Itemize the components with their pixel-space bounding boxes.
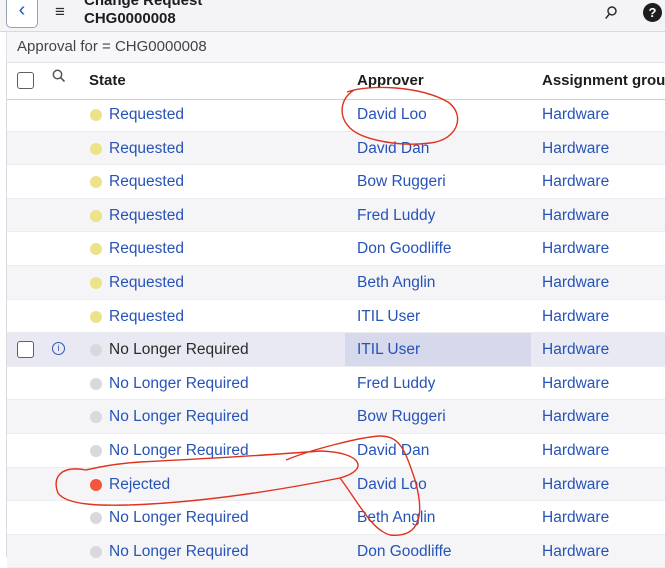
assignment-group-link[interactable]: Hardware <box>542 543 609 561</box>
table-row[interactable]: Requested ITIL User Hardware <box>7 300 665 334</box>
state-cell[interactable]: No Longer Required <box>109 375 249 393</box>
help-icon[interactable]: ? <box>643 3 662 22</box>
state-cell[interactable]: No Longer Required <box>109 442 249 460</box>
table-row[interactable]: Requested Don Goodliffe Hardware <box>7 232 665 266</box>
state-indicator-icon <box>90 512 102 525</box>
table-row[interactable]: Requested Beth Anglin Hardware <box>7 266 665 300</box>
state-cell[interactable]: No Longer Required <box>109 509 249 527</box>
state-indicator-icon <box>90 176 102 189</box>
table-row[interactable]: No Longer Required Fred Luddy Hardware <box>7 367 665 401</box>
approver-link[interactable]: Bow Ruggeri <box>357 173 446 191</box>
table-row[interactable]: Requested David Loo Hardware <box>7 98 665 132</box>
table-header: State Approver Assignment group <box>7 62 665 100</box>
assignment-group-link[interactable]: Hardware <box>542 240 609 258</box>
assignment-group-link[interactable]: Hardware <box>542 442 609 460</box>
assignment-group-link[interactable]: Hardware <box>542 509 609 527</box>
filter-breadcrumb[interactable]: Approval for = CHG0000008 <box>6 32 665 62</box>
state-indicator-icon <box>90 277 102 289</box>
state-cell[interactable]: No Longer Required <box>109 543 249 561</box>
menu-icon[interactable]: ≡ <box>55 2 65 22</box>
approver-link[interactable]: David Dan <box>357 442 429 460</box>
assignment-group-link[interactable]: Hardware <box>542 274 609 292</box>
table-row[interactable]: Rejected David Loo Hardware <box>7 467 665 502</box>
state-cell[interactable]: Requested <box>109 173 184 191</box>
row-checkbox[interactable] <box>17 341 34 359</box>
table-row[interactable]: Requested David Dan Hardware <box>7 131 665 166</box>
table-row[interactable]: No Longer Required David Dan Hardware <box>7 434 665 468</box>
approver-link[interactable]: Fred Luddy <box>357 375 435 393</box>
state-cell[interactable]: Requested <box>109 207 184 225</box>
approver-link[interactable]: David Dan <box>357 140 429 158</box>
table-row[interactable]: No Longer Required Beth Anglin Hardware <box>7 501 665 535</box>
state-cell[interactable]: Requested <box>109 274 184 292</box>
approver-link[interactable]: Fred Luddy <box>357 207 435 225</box>
state-indicator-icon <box>90 344 102 357</box>
table-row[interactable]: i No Longer Required ITIL User Hardware <box>7 333 665 367</box>
approver-link[interactable]: Beth Anglin <box>357 509 435 527</box>
state-cell[interactable]: Requested <box>109 106 184 124</box>
record-type-title: Change Request <box>84 0 203 9</box>
approver-link[interactable]: ITIL User <box>357 341 420 359</box>
assignment-group-link[interactable]: Hardware <box>542 341 609 359</box>
select-all-checkbox[interactable] <box>17 72 34 89</box>
record-number: CHG0000008 <box>84 10 176 27</box>
state-cell[interactable]: No Longer Required <box>109 341 249 359</box>
paperclip-icon[interactable]: ⚲ <box>599 1 622 24</box>
state-indicator-icon <box>90 478 102 491</box>
column-header-state[interactable]: State <box>89 72 126 89</box>
state-indicator-icon <box>90 545 102 558</box>
state-indicator-icon <box>90 243 102 256</box>
approver-link[interactable]: Don Goodliffe <box>357 240 452 258</box>
assignment-group-link[interactable]: Hardware <box>542 173 609 191</box>
approver-link[interactable]: ITIL User <box>357 308 420 326</box>
state-cell[interactable]: No Longer Required <box>109 408 249 426</box>
table-row[interactable]: No Longer Required Bow Ruggeri Hardware <box>7 400 665 434</box>
column-header-assignment-group[interactable]: Assignment group <box>542 72 665 89</box>
state-cell[interactable]: Requested <box>109 308 184 326</box>
state-indicator-icon <box>90 310 102 323</box>
page-title: Change Request CHG0000008 <box>84 0 202 28</box>
approver-link[interactable]: Don Goodliffe <box>357 543 452 561</box>
state-indicator-icon <box>90 411 102 424</box>
state-indicator-icon <box>90 209 102 222</box>
state-cell[interactable]: Requested <box>109 140 184 158</box>
assignment-group-link[interactable]: Hardware <box>542 308 609 326</box>
approver-link[interactable]: David Loo <box>357 106 427 124</box>
search-icon[interactable] <box>52 69 66 86</box>
assignment-group-link[interactable]: Hardware <box>542 106 609 124</box>
info-icon[interactable]: i <box>52 342 65 356</box>
state-indicator-icon <box>90 445 102 457</box>
table-row[interactable]: No Longer Required Don Goodliffe Hardware <box>7 534 665 568</box>
approver-link[interactable]: David Loo <box>357 476 427 494</box>
state-cell[interactable]: Rejected <box>109 476 170 494</box>
table-row[interactable]: Requested Fred Luddy Hardware <box>7 198 665 233</box>
state-indicator-icon <box>90 142 102 155</box>
approver-link[interactable]: Bow Ruggeri <box>357 408 446 426</box>
column-header-approver[interactable]: Approver <box>357 72 424 89</box>
assignment-group-link[interactable]: Hardware <box>542 375 609 393</box>
state-cell[interactable]: Requested <box>109 240 184 258</box>
approver-link[interactable]: Beth Anglin <box>357 274 435 292</box>
state-indicator-icon <box>90 377 102 390</box>
back-icon[interactable]: ‹ <box>6 0 38 28</box>
assignment-group-link[interactable]: Hardware <box>542 207 609 225</box>
assignment-group-link[interactable]: Hardware <box>542 140 609 158</box>
assignment-group-link[interactable]: Hardware <box>542 476 609 494</box>
table-row[interactable]: Requested Bow Ruggeri Hardware <box>7 165 665 199</box>
state-indicator-icon <box>90 109 102 121</box>
assignment-group-link[interactable]: Hardware <box>542 408 609 426</box>
top-bar: ‹ ≡ Change Request CHG0000008 ⚲ ? <box>0 0 665 32</box>
